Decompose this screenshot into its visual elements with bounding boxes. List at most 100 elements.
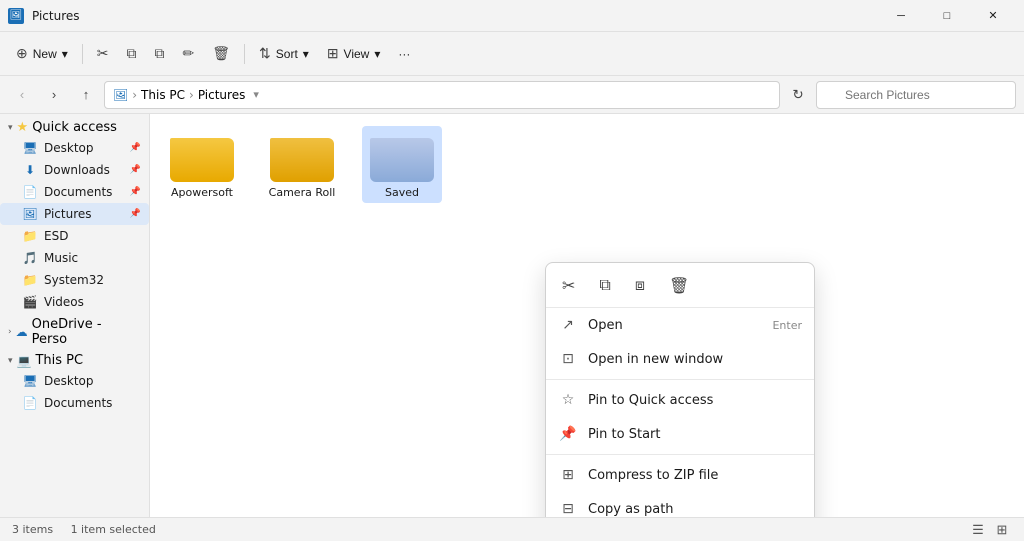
view-chevron: ▾ [374, 47, 380, 61]
pin-icon-pics: 📌 [130, 209, 141, 219]
sidebar-item-desktop[interactable]: 🖥 Desktop 📌 [0, 137, 149, 159]
videos-icon: 🎬 [22, 294, 38, 310]
address-input[interactable]: 🖼 › This PC › Pictures ▾ [104, 81, 780, 109]
view-button[interactable]: ⊞ View ▾ [319, 38, 389, 70]
downloads-icon: ⬇ [22, 162, 38, 178]
sidebar-item-pictures[interactable]: 🖼 Pictures 📌 [0, 203, 149, 225]
minimize-button[interactable]: ─ [878, 0, 924, 32]
sort-chevron: ▾ [303, 47, 309, 61]
ctx-pin-quick-access[interactable]: ☆ Pin to Quick access [546, 383, 814, 417]
esd-icon: 📁 [22, 228, 38, 244]
grid-view-button[interactable]: ⊞ [992, 520, 1012, 540]
ctx-pin-qa-icon: ☆ [558, 390, 578, 410]
sidebar-item-thispc-documents[interactable]: 📄 Documents [0, 392, 149, 414]
onedrive-label: OneDrive - Perso [32, 317, 141, 347]
ctx-delete-icon[interactable]: 🗑 [665, 272, 693, 299]
delete-button[interactable]: 🗑 [204, 38, 238, 70]
search-input[interactable] [816, 81, 1016, 109]
view-label: View [344, 47, 370, 61]
sidebar-item-videos[interactable]: 🎬 Videos [0, 291, 149, 313]
sidebar-item-music[interactable]: 🎵 Music [0, 247, 149, 269]
list-view-button[interactable]: ☰ [968, 520, 988, 540]
ctx-pin-start-label: Pin to Start [588, 427, 802, 442]
title-bar: 🖼 Pictures ─ □ ✕ [0, 0, 1024, 32]
ctx-separator-2 [546, 454, 814, 455]
ctx-zip-label: Compress to ZIP file [588, 468, 802, 483]
ctx-copy-path[interactable]: ⊟ Copy as path [546, 492, 814, 517]
folder-saved[interactable]: Saved [362, 126, 442, 203]
ctx-open[interactable]: ↗ Open Enter [546, 308, 814, 342]
ctx-new-window-label: Open in new window [588, 352, 802, 367]
thispc-header[interactable]: ▾ 💻 This PC [0, 351, 149, 370]
up-button[interactable]: ↑ [72, 81, 100, 109]
folder-cameraroll[interactable]: Camera Roll [262, 126, 342, 203]
sidebar-item-documents[interactable]: 📄 Documents 📌 [0, 181, 149, 203]
onedrive-icon: ☁ [16, 325, 28, 339]
copy-icon: ⧉ [127, 45, 137, 62]
close-button[interactable]: ✕ [970, 0, 1016, 32]
sidebar-item-downloads[interactable]: ⬇ Downloads 📌 [0, 159, 149, 181]
ctx-copy-path-label: Copy as path [588, 502, 802, 517]
system32-icon: 📁 [22, 272, 38, 288]
paste-button[interactable]: ⧉ [147, 38, 173, 70]
ctx-paste-icon[interactable]: ⧈ [631, 271, 649, 299]
cut-icon: ✂ [97, 45, 109, 62]
maximize-button[interactable]: □ [924, 0, 970, 32]
sidebar-item-thispc-desktop[interactable]: 🖥 Desktop [0, 370, 149, 392]
ctx-pin-start-icon: 📌 [558, 424, 578, 444]
folder-apowersoft-label: Apowersoft [171, 186, 233, 199]
star-icon: ★ [17, 120, 29, 135]
view-icon: ⊞ [327, 45, 339, 62]
new-icon: ⊕ [16, 45, 28, 62]
ctx-open-new-window[interactable]: ⊡ Open in new window [546, 342, 814, 376]
paste-icon: ⧉ [155, 45, 165, 62]
context-menu: ✂ ⧉ ⧈ 🗑 ↗ Open Enter ⊡ Open in new windo… [545, 262, 815, 517]
folder-apowersoft-icon [170, 130, 234, 182]
status-item-count: 3 items 1 item selected [12, 523, 156, 536]
folders-grid: Apowersoft Camera Roll Saved [162, 126, 1012, 203]
quick-access-header[interactable]: ▾ ★ Quick access [0, 118, 149, 137]
back-button[interactable]: ‹ [8, 81, 36, 109]
toolbar-divider-2 [244, 44, 245, 64]
thispc-chevron: ▾ [8, 356, 13, 366]
forward-button[interactable]: › [40, 81, 68, 109]
ctx-open-shortcut: Enter [772, 319, 802, 332]
rename-button[interactable]: ✏ [175, 38, 203, 70]
ctx-compress-zip[interactable]: ⊞ Compress to ZIP file [546, 458, 814, 492]
delete-icon: 🗑 [212, 45, 230, 62]
sort-label: Sort [276, 47, 298, 61]
thispc-section: ▾ 💻 This PC 🖥 Desktop 📄 Documents [0, 351, 149, 414]
ctx-pin-start[interactable]: 📌 Pin to Start [546, 417, 814, 451]
onedrive-header[interactable]: › ☁ OneDrive - Perso [0, 315, 149, 349]
desktop-icon: 🖥 [22, 140, 38, 156]
onedrive-chevron: › [8, 327, 12, 337]
folder-apowersoft[interactable]: Apowersoft [162, 126, 242, 203]
quick-access-section: ▾ ★ Quick access 🖥 Desktop 📌 ⬇ Downloads… [0, 118, 149, 313]
folder-saved-icon [370, 130, 434, 182]
ctx-new-window-icon: ⊡ [558, 349, 578, 369]
status-selected-text: 1 item selected [71, 523, 156, 536]
sort-button[interactable]: ⇅ Sort ▾ [251, 38, 317, 70]
sidebar-item-esd[interactable]: 📁 ESD [0, 225, 149, 247]
sidebar-item-system32[interactable]: 📁 System32 [0, 269, 149, 291]
folder-cameraroll-label: Camera Roll [269, 186, 336, 199]
ctx-copy-icon[interactable]: ⧉ [595, 271, 614, 299]
sidebar: ▾ ★ Quick access 🖥 Desktop 📌 ⬇ Downloads… [0, 114, 150, 517]
cut-button[interactable]: ✂ [89, 38, 117, 70]
new-button[interactable]: ⊕ New ▾ [8, 38, 76, 70]
pin-icon-docs: 📌 [130, 187, 141, 197]
ctx-copy-path-icon: ⊟ [558, 499, 578, 517]
copy-button[interactable]: ⧉ [119, 38, 145, 70]
pin-icon-dl: 📌 [130, 165, 141, 175]
breadcrumb-this-pc: This PC [141, 88, 185, 102]
ctx-cut-icon[interactable]: ✂ [558, 272, 579, 299]
more-button[interactable]: ··· [390, 38, 418, 70]
new-label: New [33, 47, 57, 61]
ctx-zip-icon: ⊞ [558, 465, 578, 485]
toolbar: ⊕ New ▾ ✂ ⧉ ⧉ ✏ 🗑 ⇅ Sort ▾ ⊞ View ▾ ··· [0, 32, 1024, 76]
refresh-button[interactable]: ↻ [784, 81, 812, 109]
folder-cameraroll-icon [270, 130, 334, 182]
ctx-separator-1 [546, 379, 814, 380]
ctx-open-label: Open [588, 318, 762, 333]
new-chevron: ▾ [62, 47, 68, 61]
